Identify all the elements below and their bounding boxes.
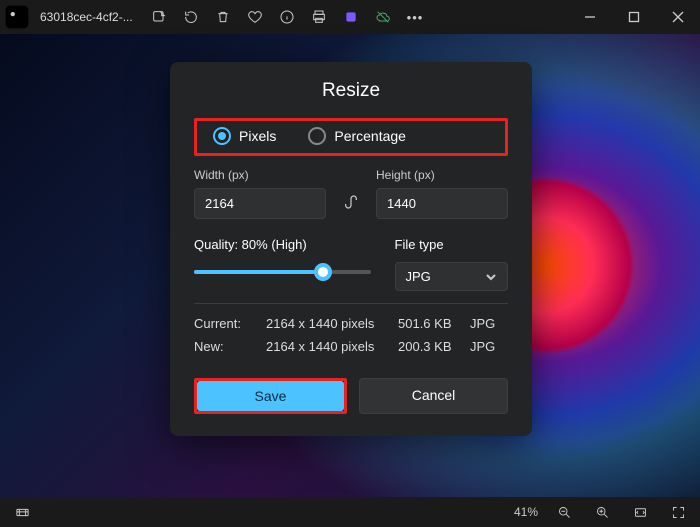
current-dims: 2164 x 1440 pixels <box>266 316 398 331</box>
radio-percentage-label: Percentage <box>334 128 406 144</box>
filmstrip-icon[interactable] <box>10 500 34 524</box>
zoom-in-icon[interactable] <box>590 500 614 524</box>
radio-pixels-indicator <box>213 127 231 145</box>
photos-window: 63018cec-4cf2-... ••• Resize Pixe <box>0 0 700 527</box>
current-format: JPG <box>470 316 508 331</box>
new-size: 200.3 KB <box>398 339 470 354</box>
app-icon <box>0 0 34 34</box>
zoom-value: 41% <box>514 505 538 519</box>
fullscreen-icon[interactable] <box>666 500 690 524</box>
cloud-off-icon[interactable] <box>367 0 399 34</box>
width-input[interactable] <box>194 188 326 219</box>
file-name: 63018cec-4cf2-... <box>40 10 135 24</box>
minimize-button[interactable] <box>568 0 612 34</box>
statusbar: 41% <box>0 497 700 527</box>
aspect-lock-icon[interactable] <box>336 187 366 217</box>
filetype-value: JPG <box>406 269 431 284</box>
current-size: 501.6 KB <box>398 316 470 331</box>
filetype-label: File type <box>395 237 508 252</box>
current-label: Current: <box>194 316 266 331</box>
radio-percentage-indicator <box>308 127 326 145</box>
quality-label: Quality: 80% (High) <box>194 237 371 252</box>
fit-icon[interactable] <box>628 500 652 524</box>
favorite-icon[interactable] <box>239 0 271 34</box>
new-label: New: <box>194 339 266 354</box>
resize-dialog: Resize Pixels Percentage Width (px) Heig… <box>170 62 532 436</box>
maximize-button[interactable] <box>612 0 656 34</box>
toolbar: ••• <box>143 0 431 34</box>
save-button[interactable]: Save <box>197 381 344 411</box>
radio-pixels[interactable]: Pixels <box>213 127 276 145</box>
height-label: Height (px) <box>376 168 508 182</box>
close-button[interactable] <box>656 0 700 34</box>
divider <box>194 303 508 304</box>
edit-icon[interactable] <box>143 0 175 34</box>
cancel-button[interactable]: Cancel <box>359 378 508 414</box>
size-info: Current: 2164 x 1440 pixels 501.6 KB JPG… <box>194 316 508 354</box>
height-input[interactable] <box>376 188 508 219</box>
dialog-title: Resize <box>194 80 508 102</box>
radio-pixels-label: Pixels <box>239 128 276 144</box>
new-format: JPG <box>470 339 508 354</box>
clipchamp-icon[interactable] <box>335 0 367 34</box>
print-icon[interactable] <box>303 0 335 34</box>
new-dims: 2164 x 1440 pixels <box>266 339 398 354</box>
width-label: Width (px) <box>194 168 326 182</box>
unit-mode-group: Pixels Percentage <box>194 118 508 156</box>
delete-icon[interactable] <box>207 0 239 34</box>
titlebar: 63018cec-4cf2-... ••• <box>0 0 700 34</box>
save-highlight: Save <box>194 378 347 414</box>
radio-percentage[interactable]: Percentage <box>308 127 406 145</box>
quality-slider[interactable] <box>194 262 371 282</box>
rotate-icon[interactable] <box>175 0 207 34</box>
info-icon[interactable] <box>271 0 303 34</box>
chevron-down-icon <box>485 271 497 283</box>
zoom-out-icon[interactable] <box>552 500 576 524</box>
filetype-select[interactable]: JPG <box>395 262 508 291</box>
slider-thumb[interactable] <box>314 263 332 281</box>
more-icon[interactable]: ••• <box>399 0 431 34</box>
